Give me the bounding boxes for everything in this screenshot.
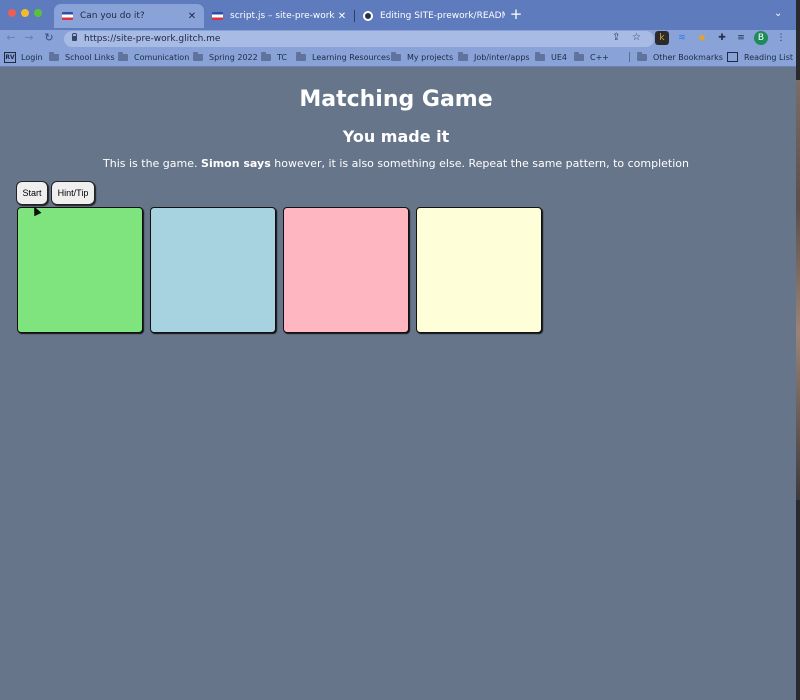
share-icon[interactable]: ⇪ xyxy=(612,32,620,43)
bookmark-learning-resources[interactable]: Learning Resources xyxy=(296,51,390,63)
start-button[interactable]: Start xyxy=(16,181,48,205)
maximize-window-button[interactable] xyxy=(34,9,42,17)
close-tab-icon[interactable]: ✕ xyxy=(336,11,348,22)
bookmark-school-links[interactable]: School Links xyxy=(49,51,115,63)
site-favicon-icon xyxy=(212,12,223,20)
folder-icon xyxy=(118,51,128,61)
folder-icon xyxy=(637,51,647,61)
game-pad-green[interactable] xyxy=(17,207,143,333)
game-description: This is the game. Simon says however, it… xyxy=(103,157,689,170)
tab-editing-readme[interactable]: Editing SITE-prework/README xyxy=(355,4,505,28)
bookmark-spring-2022[interactable]: Spring 2022 xyxy=(193,51,258,63)
address-bar[interactable]: https://site-pre-work.glitch.me ⇪ ☆ xyxy=(64,31,654,47)
bookmark-other-bookmarks[interactable]: Other Bookmarks xyxy=(637,51,723,63)
tab-title: Can you do it? xyxy=(80,11,145,21)
folder-icon xyxy=(193,51,203,61)
browser-menu-icon[interactable]: ⋮ xyxy=(774,31,788,45)
bookmarks-bar: RV Login School Links Comunication Sprin… xyxy=(0,48,796,67)
bookmark-star-icon[interactable]: ☆ xyxy=(632,32,641,43)
new-tab-icon[interactable]: + xyxy=(508,6,524,22)
reading-list-button[interactable]: Reading List xyxy=(727,51,793,63)
bookmark-ue4[interactable]: UE4 xyxy=(535,51,567,63)
game-pad-yellow[interactable] xyxy=(416,207,542,333)
tab-title: script.js – site-pre-work xyxy=(230,11,335,21)
reading-list-icon xyxy=(727,52,738,62)
extensions-puzzle-icon[interactable]: ✚ xyxy=(715,31,729,45)
folder-icon xyxy=(535,51,545,61)
bookmark-divider xyxy=(629,52,630,62)
desktop-edge xyxy=(796,0,800,700)
tab-title: Editing SITE-prework/README xyxy=(380,11,505,21)
tab-search-chevron-icon[interactable]: ⌄ xyxy=(774,8,782,19)
tab-script-js[interactable]: script.js – site-pre-work ✕ xyxy=(204,4,354,28)
bookmark-tc[interactable]: TC xyxy=(261,51,287,63)
folder-icon xyxy=(296,51,306,61)
folder-icon xyxy=(49,51,59,61)
game-pad-pink[interactable] xyxy=(283,207,409,333)
simon-says-text: Simon says xyxy=(201,157,271,170)
reload-icon[interactable]: ↻ xyxy=(42,31,56,44)
gv-logo-icon: RV xyxy=(4,51,16,63)
page-title: Matching Game xyxy=(299,87,493,112)
folder-icon xyxy=(261,51,271,61)
bookmark-my-projects[interactable]: My projects xyxy=(391,51,453,63)
bookmark-comunication[interactable]: Comunication xyxy=(118,51,189,63)
minimize-window-button[interactable] xyxy=(21,9,29,17)
extension-k-icon[interactable]: k xyxy=(655,31,669,45)
back-arrow-icon[interactable]: ← xyxy=(4,31,18,44)
bookmark-job-inter-apps[interactable]: Job/inter/apps xyxy=(458,51,530,63)
tab-can-you-do-it[interactable]: Can you do it? ✕ xyxy=(54,4,204,28)
media-queue-icon[interactable]: ≡ xyxy=(734,31,748,45)
browser-toolbar: ← → ↻ https://site-pre-work.glitch.me ⇪ … xyxy=(0,30,796,48)
folder-icon xyxy=(458,51,468,61)
close-window-button[interactable] xyxy=(8,9,16,17)
game-pad-blue[interactable] xyxy=(150,207,276,333)
page-content: Matching Game You made it This is the ga… xyxy=(0,67,796,700)
lock-icon xyxy=(72,33,77,41)
url-text[interactable]: https://site-pre-work.glitch.me xyxy=(84,32,220,46)
page-subtitle: You made it xyxy=(342,127,450,146)
forward-arrow-icon[interactable]: → xyxy=(22,31,36,44)
extension-blue-icon[interactable]: ≋ xyxy=(675,31,689,45)
profile-avatar[interactable]: B xyxy=(754,31,768,45)
bookmark-login[interactable]: RV Login xyxy=(4,51,43,63)
tab-bar: Can you do it? ✕ script.js – site-pre-wo… xyxy=(0,0,796,30)
extension-honey-icon[interactable]: ◆ xyxy=(695,31,709,45)
folder-icon xyxy=(391,51,401,61)
site-favicon-icon xyxy=(62,12,73,20)
hint-tip-button[interactable]: Hint/Tip xyxy=(51,181,95,205)
bookmark-cpp[interactable]: C++ xyxy=(574,51,609,63)
github-icon xyxy=(363,11,373,21)
folder-icon xyxy=(574,51,584,61)
close-tab-icon[interactable]: ✕ xyxy=(186,11,198,22)
